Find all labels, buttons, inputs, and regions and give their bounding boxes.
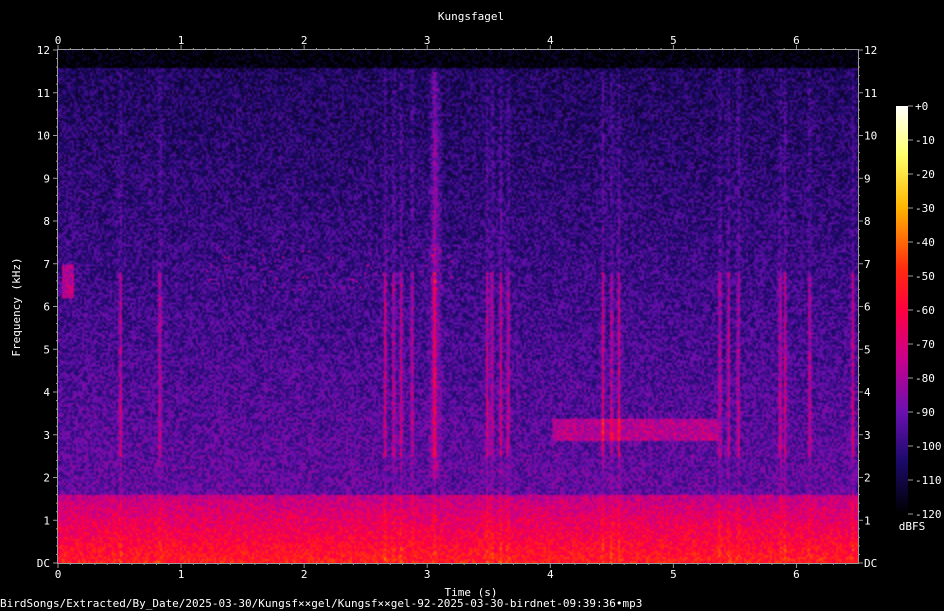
y-tick-label-right: 10	[864, 130, 877, 143]
x-tick-label-top: 1	[178, 34, 185, 47]
colorbar-tick-label: -70	[915, 338, 935, 351]
colorbar-tick-label: -50	[915, 270, 935, 283]
y-tick-label-right: 9	[864, 172, 871, 185]
y-tick-label: 10	[37, 130, 50, 143]
colorbar-tick-label: -90	[915, 406, 935, 419]
x-tick-label: 1	[178, 568, 185, 581]
colorbar-tick-label: -110	[915, 474, 942, 487]
y-tick-label: 12	[37, 44, 50, 57]
y-tick-label-right: 3	[864, 429, 871, 442]
colorbar-tick-label: +0	[915, 100, 928, 113]
y-tick-label-right: 1	[864, 514, 871, 527]
x-tick-label-top: 3	[424, 34, 431, 47]
y-tick-label: 6	[43, 301, 50, 314]
y-axis-ticks: DC DC1 12 23 34 45 56 67 78 89 910 1011 1112 12	[37, 44, 878, 570]
colorbar-ticks: +0-10-20-30-40-50-60-70-80-90-100-110-12…	[908, 100, 942, 521]
spectrogram-figure: Kungsfagel Time (s) Frequency (kHz) 0011…	[0, 0, 944, 611]
x-tick-label: 5	[670, 568, 677, 581]
x-tick-label: 6	[793, 568, 800, 581]
y-tick-label: 2	[43, 472, 50, 485]
colorbar-tick-label: -80	[915, 372, 935, 385]
y-tick-label: 8	[43, 215, 50, 228]
y-tick-label-right: 8	[864, 215, 871, 228]
colorbar-tick-label: -40	[915, 236, 935, 249]
file-path-caption: BirdSongs/Extracted/By_Date/2025-03-30/K…	[0, 597, 643, 610]
x-tick-label: 4	[547, 568, 554, 581]
plot-frame	[57, 49, 859, 564]
x-tick-label-top: 0	[55, 34, 62, 47]
colorbar-tick-label: -100	[915, 440, 942, 453]
y-tick-label: 1	[43, 514, 50, 527]
colorbar-tick-label: -10	[915, 134, 935, 147]
y-tick-label: 9	[43, 172, 50, 185]
colorbar-label: dBFS	[899, 520, 926, 533]
colorbar-tick-label: -60	[915, 304, 935, 317]
x-axis-ticks: 0 0 1 1 2 2 3 3 4 4 5 5 6 6	[55, 34, 847, 581]
y-tick-label: 3	[43, 429, 50, 442]
colorbar-tick-label: -30	[915, 202, 935, 215]
y-tick-label: 7	[43, 258, 50, 271]
chart-title: Kungsfagel	[438, 10, 504, 23]
y-axis-label: Frequency (kHz)	[10, 257, 23, 356]
x-tick-label-top: 6	[793, 34, 800, 47]
x-tick-label-top: 2	[301, 34, 308, 47]
y-tick-label: 4	[43, 386, 50, 399]
y-tick-label-right: 12	[864, 44, 877, 57]
y-tick-label-right: 2	[864, 472, 871, 485]
x-tick-label: 0	[55, 568, 62, 581]
y-tick-label-right: 6	[864, 301, 871, 314]
y-tick-label: DC	[37, 557, 50, 570]
x-tick-label-top: 5	[670, 34, 677, 47]
y-tick-label-right: DC	[864, 557, 877, 570]
y-tick-label: 5	[43, 343, 50, 356]
y-tick-label-right: 11	[864, 87, 877, 100]
x-tick-label: 3	[424, 568, 431, 581]
y-tick-label: 11	[37, 87, 50, 100]
y-tick-label-right: 5	[864, 343, 871, 356]
colorbar	[896, 106, 908, 514]
x-tick-label-top: 4	[547, 34, 554, 47]
x-tick-label: 2	[301, 568, 308, 581]
y-tick-label-right: 4	[864, 386, 871, 399]
y-tick-label-right: 7	[864, 258, 871, 271]
colorbar-tick-label: -20	[915, 168, 935, 181]
chart-overlay: Kungsfagel Time (s) Frequency (kHz) 0011…	[10, 10, 942, 599]
